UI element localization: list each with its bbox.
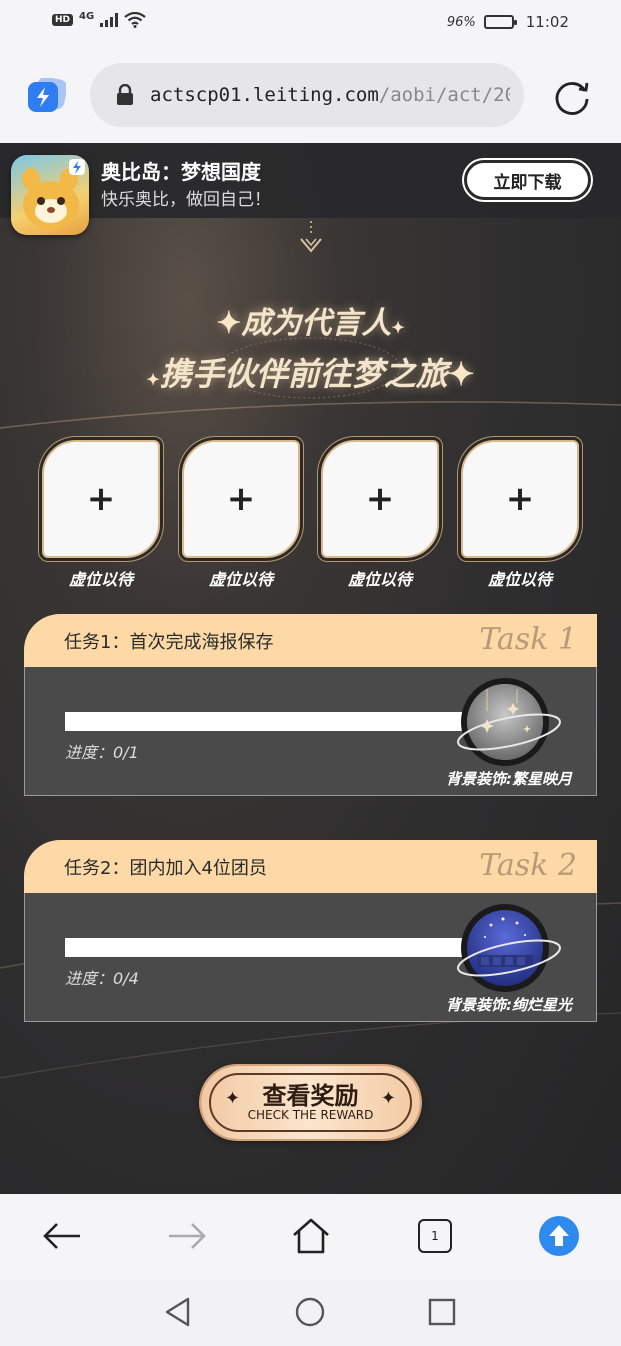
add-member-button[interactable]: + (42, 440, 160, 558)
forward-button[interactable] (165, 1214, 209, 1258)
status-left: HD 4G (52, 10, 146, 28)
back-button[interactable] (40, 1214, 84, 1258)
url-path: /aobi/act/20220 (378, 84, 510, 106)
home-button[interactable] (289, 1214, 333, 1258)
hd-badge: HD (52, 14, 74, 26)
home-circle-icon[interactable] (292, 1294, 328, 1330)
tab-count: 1 (431, 1229, 439, 1243)
hero-line1-text: 成为代言人 (241, 306, 392, 341)
progress-bar (65, 938, 485, 957)
back-triangle-icon[interactable] (160, 1294, 196, 1330)
plus-icon: + (505, 479, 535, 519)
add-member-button[interactable]: + (321, 440, 439, 558)
add-member-button[interactable]: + (182, 440, 300, 558)
sparkle-icon: ✦ (216, 306, 242, 341)
url-field[interactable]: actscp01.leiting.com/aobi/act/20220 (90, 63, 524, 127)
slot-label: 虚位以待 (347, 570, 412, 589)
mascot-icon (22, 159, 85, 229)
download-button[interactable]: 立即下载 (464, 160, 591, 200)
member-slot[interactable]: + 虚位以待 (182, 440, 308, 590)
slot-label: 虚位以待 (68, 570, 133, 589)
member-slot[interactable]: + 虚位以待 (321, 440, 447, 590)
task-tag: Task 2 (479, 848, 577, 883)
progress-text: 进度：0/1 (65, 743, 139, 762)
app-slogan: 快乐奥比，做回自己！ (101, 190, 271, 210)
upload-button[interactable] (537, 1214, 581, 1258)
plus-icon: + (226, 479, 256, 519)
plus-icon: + (365, 479, 395, 519)
clock: 11:02 (525, 13, 569, 31)
battery-percent: 96% (446, 14, 476, 30)
sparkle-icon: ✦ (146, 370, 160, 389)
hero-title-line1: ✦成为代言人✦ (0, 298, 621, 342)
chevron-down-icon (300, 221, 322, 253)
task-title: 任务1：首次完成海报保存 (64, 632, 274, 653)
recents-square-icon[interactable] (424, 1294, 460, 1330)
tabs-button[interactable]: 1 (413, 1214, 457, 1258)
url-host: actscp01.leiting.com (150, 84, 379, 106)
task-body: 进度：0/1 背景装饰:繁星映月 (24, 667, 597, 796)
lock-icon (117, 84, 133, 105)
address-bar-area: actscp01.leiting.com/aobi/act/20220 (0, 50, 621, 143)
task-card-1: 任务1：首次完成海报保存 Task 1 进度：0/1 背景装饰:繁星映月 (24, 614, 597, 796)
activity-page: 奥比岛：梦想国度 快乐奥比，做回自己！ 立即下载 ✦成为代言人✦ ✦携手伙伴前往… (0, 143, 621, 1194)
progress-text: 进度：0/4 (65, 969, 139, 988)
browser-toolbar: 1 (0, 1194, 621, 1280)
reward-label: 背景装饰:绚烂星光 (446, 996, 572, 1014)
app-name: 奥比岛：梦想国度 (101, 160, 261, 184)
slot-label: 虚位以待 (208, 570, 273, 589)
hero-line2-text: 携手伙伴前往梦之旅 (159, 355, 448, 393)
status-bar: HD 4G 96% 11:02 (0, 0, 621, 50)
task-body: 进度：0/4 背景装饰:绚烂星光 (24, 893, 597, 1022)
task-card-2: 任务2：团内加入4位团员 Task 2 进度：0/4 背景装饰:绚烂星光 (24, 840, 597, 1022)
status-right: 96% 11:02 (447, 13, 569, 31)
member-slot[interactable]: + 虚位以待 (461, 440, 587, 590)
tabs-icon: 1 (418, 1219, 452, 1253)
home-icon (293, 1218, 329, 1254)
check-reward-button[interactable]: ✦ ✦ 查看奖励 CHECK THE REWARD (201, 1066, 420, 1139)
app-download-banner[interactable]: 奥比岛：梦想国度 快乐奥比，做回自己！ 立即下载 (0, 143, 621, 235)
app-icon[interactable] (11, 155, 89, 235)
url-text: actscp01.leiting.com/aobi/act/20220 (150, 84, 510, 106)
task-header: 任务1：首次完成海报保存 Task 1 (24, 614, 597, 667)
upload-icon (539, 1216, 579, 1256)
battery-icon (483, 15, 517, 29)
sparkle-icon: ✦ (391, 318, 405, 337)
plus-icon: + (86, 479, 116, 519)
reward-label: 背景装饰:繁星映月 (446, 770, 572, 788)
member-slot[interactable]: + 虚位以待 (42, 440, 168, 590)
back-arrow-icon (43, 1223, 80, 1249)
system-nav-bar (0, 1280, 621, 1346)
add-member-button[interactable]: + (461, 440, 579, 558)
sparkle-icon: ✦ (447, 355, 475, 393)
starlight-reward-icon[interactable] (455, 903, 563, 993)
task-tag: Task 1 (479, 622, 577, 657)
check-reward-subtitle: CHECK THE REWARD (247, 1108, 374, 1122)
progress-bar (65, 712, 485, 731)
task-header: 任务2：团内加入4位团员 Task 2 (24, 840, 597, 893)
check-reward-label: 查看奖励 (262, 1081, 359, 1110)
slot-label: 虚位以待 (487, 570, 552, 589)
hero-title-line2: ✦携手伙伴前往梦之旅✦ (0, 349, 621, 395)
task-title: 任务2：团内加入4位团员 (64, 858, 267, 879)
network-type: 4G (79, 10, 95, 22)
signal-icon (100, 13, 119, 27)
refresh-icon[interactable] (552, 77, 592, 117)
wifi-icon (124, 12, 146, 28)
starry-moon-reward-icon[interactable] (455, 677, 563, 767)
forward-arrow-icon (169, 1223, 206, 1249)
page: HD 4G 96% 11:02 actscp01.leiting.com/aob… (0, 0, 621, 1346)
browser-logo-icon[interactable] (28, 78, 66, 114)
